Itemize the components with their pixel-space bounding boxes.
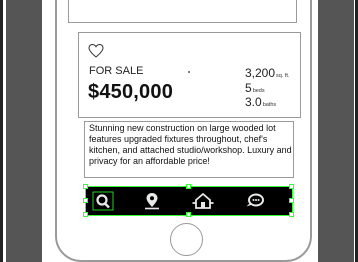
sqft-unit: sq. ft. <box>276 73 290 79</box>
cursor-dot <box>188 71 190 73</box>
stat-baths: 3.0baths <box>245 93 276 111</box>
resize-handle-bottom-right[interactable] <box>289 212 294 217</box>
baths-unit: baths <box>262 102 277 108</box>
phone-top-notch <box>68 0 297 23</box>
heart-icon[interactable] <box>88 43 104 59</box>
canvas-side-panel-left <box>6 0 42 262</box>
resize-handle-bottom-center[interactable] <box>186 212 191 217</box>
listing-price: $450,000 <box>88 81 174 103</box>
resize-handle-top-left[interactable] <box>83 184 88 189</box>
home-network-icon[interactable] <box>192 191 214 211</box>
location-pin-icon[interactable] <box>141 191 163 211</box>
resize-handle-bottom-left[interactable] <box>83 212 88 217</box>
chat-icon[interactable] <box>244 191 266 211</box>
description-box: Stunning new construction on large woode… <box>84 121 294 178</box>
listing-status: FOR SALE <box>89 65 144 77</box>
design-canvas: FOR SALE $450,000 3,200sq. ft. 5beds 3.0… <box>0 0 358 262</box>
listing-description: Stunning new construction on large woode… <box>89 123 292 166</box>
resize-handle-middle-right[interactable] <box>289 198 294 203</box>
sqft-value: 3,200 <box>245 66 276 80</box>
resize-handle-top-center[interactable] <box>186 184 191 189</box>
listing-card[interactable]: FOR SALE $450,000 3,200sq. ft. 5beds 3.0… <box>78 32 301 118</box>
phone-home-button[interactable] <box>170 223 203 256</box>
resize-handle-middle-left[interactable] <box>83 198 88 203</box>
canvas-side-panel-right <box>318 0 354 262</box>
canvas-edge-left <box>0 0 3 262</box>
resize-handle-top-right[interactable] <box>289 184 294 189</box>
baths-value: 3.0 <box>245 95 262 109</box>
search-icon[interactable] <box>92 191 114 211</box>
